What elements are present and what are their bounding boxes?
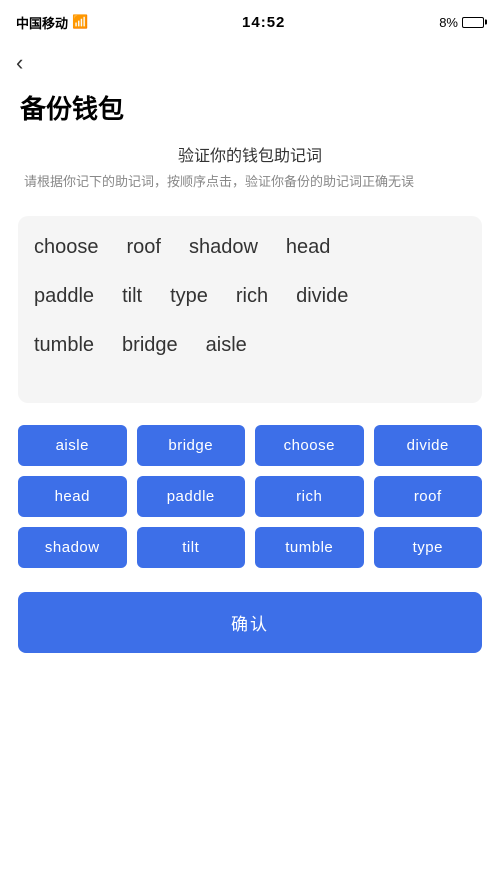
- word-buttons-section: aislebridgechoosedivide headpaddlerichroo…: [0, 417, 500, 576]
- display-word-head[interactable]: head: [286, 236, 331, 259]
- display-word-paddle[interactable]: paddle: [34, 285, 94, 308]
- display-word-shadow[interactable]: shadow: [189, 236, 258, 259]
- word-btn-tumble[interactable]: tumble: [255, 527, 364, 568]
- subtitle-desc: 请根据你记下的助记词，按顺序点击，验证你备份的助记词正确无误: [20, 172, 480, 192]
- display-word-roof[interactable]: roof: [127, 236, 161, 259]
- word-display-row-3: tumble bridge aisle: [34, 334, 466, 375]
- subtitle-main: 验证你的钱包助记词: [20, 142, 480, 166]
- word-btn-aisle[interactable]: aisle: [18, 425, 127, 466]
- display-word-choose[interactable]: choose: [34, 236, 99, 259]
- wifi-icon: 📶: [72, 14, 88, 30]
- page-title: 备份钱包: [0, 79, 500, 142]
- nav-bar: ‹: [0, 44, 500, 79]
- word-display-box: choose roof shadow head paddle tilt type…: [18, 216, 482, 403]
- word-btn-paddle[interactable]: paddle: [137, 476, 246, 517]
- battery-icon: [462, 17, 484, 28]
- word-btn-roof[interactable]: roof: [374, 476, 483, 517]
- word-btn-shadow[interactable]: shadow: [18, 527, 127, 568]
- status-right-group: 8%: [439, 15, 484, 30]
- subtitle-section: 验证你的钱包助记词 请根据你记下的助记词，按顺序点击，验证你备份的助记词正确无误: [0, 142, 500, 202]
- word-display-row-1: choose roof shadow head: [34, 236, 466, 277]
- word-buttons-grid: aislebridgechoosedivide headpaddlerichroo…: [18, 425, 482, 568]
- display-word-bridge[interactable]: bridge: [122, 334, 178, 357]
- confirm-section: 确认: [0, 576, 500, 669]
- display-word-rich[interactable]: rich: [236, 285, 268, 308]
- word-btn-rich[interactable]: rich: [255, 476, 364, 517]
- confirm-button[interactable]: 确认: [18, 592, 482, 653]
- display-word-tilt[interactable]: tilt: [122, 285, 142, 308]
- display-word-divide[interactable]: divide: [296, 285, 348, 308]
- word-btn-bridge[interactable]: bridge: [137, 425, 246, 466]
- back-button[interactable]: ‹: [16, 52, 23, 74]
- word-btn-tilt[interactable]: tilt: [137, 527, 246, 568]
- word-btn-choose[interactable]: choose: [255, 425, 364, 466]
- word-btn-type[interactable]: type: [374, 527, 483, 568]
- carrier-text: 中国移动: [16, 13, 68, 32]
- word-display-row-2: paddle tilt type rich divide: [34, 285, 466, 326]
- display-word-type[interactable]: type: [170, 285, 208, 308]
- display-word-aisle[interactable]: aisle: [206, 334, 247, 357]
- carrier-signal: 中国移动 📶: [16, 13, 88, 32]
- word-btn-divide[interactable]: divide: [374, 425, 483, 466]
- battery-percent: 8%: [439, 15, 458, 30]
- status-time: 14:52: [242, 14, 285, 31]
- display-word-tumble[interactable]: tumble: [34, 334, 94, 357]
- status-bar: 中国移动 📶 14:52 8%: [0, 0, 500, 44]
- word-btn-head[interactable]: head: [18, 476, 127, 517]
